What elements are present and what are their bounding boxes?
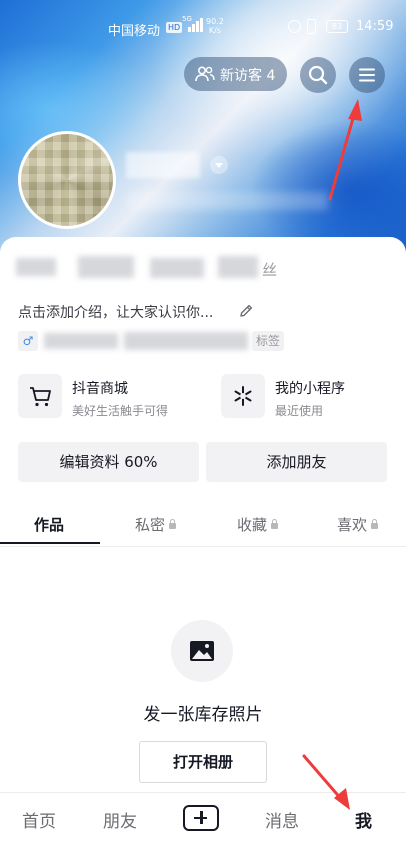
status-bar: 中国移动 HD 5G 90.2 K/s 83 14:59 [0, 0, 406, 58]
tag-blur [44, 333, 118, 349]
gender-tag[interactable]: ♂ [18, 331, 38, 351]
tag-blur [124, 332, 248, 350]
add-tag[interactable]: 标签 [252, 331, 285, 351]
annotation-arrow-me [302, 754, 350, 810]
tab-label: 作品 [34, 516, 65, 534]
content-tabs: 作品 私密 收藏 喜欢 [0, 504, 406, 547]
tab-label: 私密 [135, 516, 166, 534]
stat-blur [78, 256, 134, 278]
nav-me[interactable]: 我 [355, 807, 372, 832]
douyin-mall-entry[interactable]: 抖音商城 美好生活触手可得 [18, 374, 198, 420]
profile-intro[interactable]: 点击添加介绍，让大家认识你... [18, 302, 213, 322]
open-album-button[interactable]: 打开相册 [139, 741, 267, 783]
feature-title: 我的小程序 [275, 381, 345, 397]
mini-programs-entry[interactable]: 我的小程序 最近使用 [221, 374, 401, 420]
feature-subtitle: 美好生活触手可得 [72, 404, 169, 418]
network-speed: 90.2 K/s [206, 17, 224, 35]
edit-profile-button[interactable]: 编辑资料 60% [18, 442, 199, 482]
tab-likes[interactable]: 喜欢 [337, 514, 379, 535]
empty-state-message: 发一张库存照片 [143, 705, 263, 725]
new-visitors-label: 新访客 4 [220, 68, 276, 84]
account-id-redacted [128, 192, 328, 210]
carrier-name: 中国移动 [108, 24, 161, 39]
mini-program-icon [221, 374, 265, 418]
active-tab-indicator [0, 542, 100, 544]
nickname-redacted [126, 152, 200, 178]
lock-icon [169, 519, 177, 529]
stat-blur [150, 258, 204, 278]
create-plus-button[interactable] [183, 805, 219, 831]
add-friends-button[interactable]: 添加朋友 [206, 442, 387, 482]
shopping-cart-icon [18, 374, 62, 418]
new-visitors-button[interactable]: 新访客 4 [184, 57, 287, 91]
account-switch-dropdown-icon[interactable] [210, 156, 228, 174]
people-icon [195, 66, 215, 82]
signal-icon: 5G [182, 15, 204, 32]
avatar[interactable] [18, 131, 116, 229]
speed-unit: K/s [208, 26, 221, 35]
nav-home[interactable]: 首页 [22, 807, 56, 832]
network-type: 5G [182, 15, 192, 23]
nav-messages[interactable]: 消息 [265, 807, 299, 832]
hd-badge: HD [166, 22, 183, 33]
vibrate-icon [307, 19, 316, 34]
tab-label: 收藏 [237, 516, 268, 534]
tab-favorites[interactable]: 收藏 [237, 514, 279, 535]
alarm-icon [288, 20, 301, 33]
avatar-mosaic [21, 134, 113, 226]
search-button[interactable] [300, 57, 336, 93]
search-icon [308, 65, 328, 85]
tab-label: 喜欢 [337, 516, 368, 534]
tab-works[interactable]: 作品 [34, 514, 64, 535]
menu-button[interactable] [349, 57, 385, 93]
battery-icon: 83 [326, 20, 348, 33]
clock: 14:59 [356, 19, 394, 34]
male-icon: ♂ [22, 334, 34, 348]
stats-tail-text: 丝 [262, 261, 278, 279]
hamburger-menu-icon [359, 68, 375, 82]
stat-blur [16, 258, 56, 276]
photo-icon [171, 620, 233, 682]
lock-icon [271, 519, 279, 529]
feature-title: 抖音商城 [72, 381, 128, 397]
stat-blur [218, 256, 258, 278]
nav-friends[interactable]: 朋友 [103, 807, 137, 832]
tab-private[interactable]: 私密 [135, 514, 177, 535]
feature-subtitle: 最近使用 [275, 404, 324, 418]
lock-icon [371, 519, 379, 529]
speed-value: 90.2 [206, 17, 224, 26]
annotation-arrow-menu [328, 99, 362, 201]
edit-pencil-icon[interactable] [238, 303, 254, 319]
